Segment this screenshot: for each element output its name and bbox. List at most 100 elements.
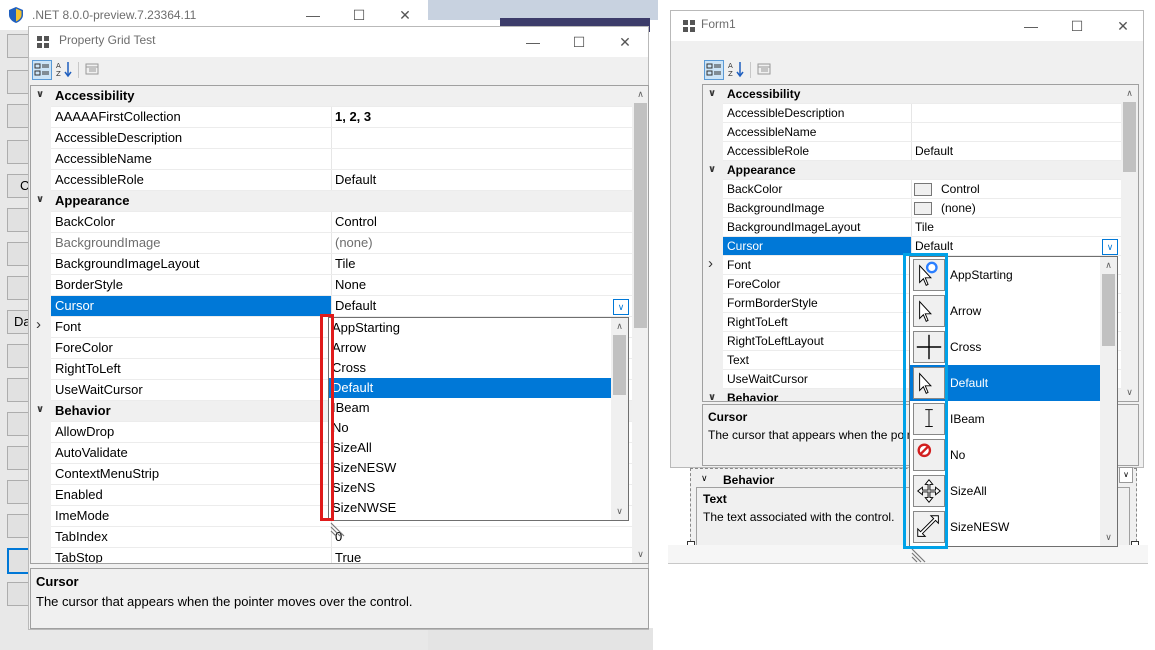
row-indent — [703, 313, 723, 332]
property-name: Cursor — [727, 239, 764, 253]
scroll-thumb[interactable] — [613, 335, 626, 395]
property-value[interactable]: 1, 2, 3 — [335, 109, 371, 124]
property-name: BackColor — [727, 182, 783, 196]
description-title: Cursor — [36, 574, 79, 589]
row-indent — [703, 199, 723, 218]
property-value[interactable]: Tile — [335, 256, 355, 271]
category-row[interactable]: ∨ Accessibility — [31, 86, 648, 107]
dropdown-button[interactable]: ∨ — [1102, 239, 1118, 255]
scroll-thumb[interactable] — [1123, 102, 1136, 172]
property-name: BackgroundImage — [55, 235, 161, 250]
scroll-up-icon[interactable]: ∧ — [611, 318, 628, 335]
vertical-scrollbar[interactable]: ∧ ∨ — [632, 86, 648, 563]
scroll-up-icon[interactable]: ∧ — [632, 86, 648, 103]
property-value[interactable]: Default — [915, 239, 953, 253]
maximize-button[interactable]: ☐ — [556, 27, 602, 57]
close-button[interactable]: ✕ — [602, 27, 648, 57]
dropdown-item[interactable]: SizeNESW — [329, 458, 611, 478]
property-row[interactable]: BackgroundImageLayout Tile — [703, 218, 1138, 237]
scroll-down-icon[interactable]: ∨ — [632, 546, 648, 563]
resize-grip-icon[interactable] — [911, 547, 927, 563]
property-row[interactable]: AAAAAFirstCollection 1, 2, 3 — [31, 107, 648, 128]
minimize-button[interactable]: — — [1008, 11, 1054, 41]
category-row[interactable]: ∨ Accessibility — [703, 85, 1138, 104]
property-name: BackgroundImageLayout — [727, 220, 861, 234]
dropdown-item[interactable]: No — [329, 418, 611, 438]
chevron-down-icon[interactable]: ∨ — [36, 194, 46, 205]
column-separator — [331, 149, 332, 170]
dropdown-item[interactable]: SizeAll — [329, 438, 611, 458]
property-row[interactable]: TabStop True — [31, 548, 648, 563]
categorized-button[interactable] — [704, 60, 724, 80]
property-value[interactable]: Tile — [915, 220, 934, 234]
scroll-up-icon[interactable]: ∧ — [1121, 85, 1138, 102]
categorized-button[interactable] — [32, 60, 52, 80]
chevron-down-icon[interactable]: ∨ — [36, 89, 46, 100]
scroll-down-icon[interactable]: ∨ — [611, 503, 628, 520]
property-value[interactable]: None — [335, 277, 366, 292]
property-row[interactable]: AccessibleDescription — [703, 104, 1138, 123]
cursor-dropdown-list[interactable]: AppStarting Arrow Cross Default IBeam No SizeA… — [328, 317, 629, 521]
property-row[interactable]: BackgroundImage (none) — [31, 233, 648, 254]
property-pages-button[interactable] — [83, 60, 103, 80]
property-row[interactable]: AccessibleName — [31, 149, 648, 170]
property-row[interactable]: AccessibleDescription — [31, 128, 648, 149]
vertical-scrollbar[interactable]: ∧ ∨ — [1121, 85, 1138, 401]
property-row[interactable]: AccessibleName — [703, 123, 1138, 142]
property-row[interactable]: BackColor Control — [703, 180, 1138, 199]
property-row[interactable]: BackColor Control — [31, 212, 648, 233]
designer-description-text: The text associated with the control. — [703, 510, 895, 524]
scroll-thumb[interactable] — [1102, 274, 1115, 346]
property-name: Font — [55, 319, 82, 334]
close-button[interactable]: ✕ — [1100, 11, 1146, 41]
alphabetical-button[interactable]: AZ — [55, 60, 75, 80]
property-value[interactable]: Default — [335, 172, 376, 187]
property-value[interactable]: (none) — [335, 235, 373, 250]
chevron-down-icon[interactable]: ∨ — [36, 404, 46, 415]
property-value[interactable]: Control — [335, 214, 377, 229]
dropdown-button[interactable]: ∨ — [613, 299, 629, 315]
chevron-right-icon[interactable]: › — [708, 255, 718, 272]
dropdown-item-label: SizeAll — [950, 484, 987, 498]
property-value[interactable]: Default — [915, 144, 953, 158]
category-row[interactable]: ∨ Appearance — [703, 161, 1138, 180]
property-row[interactable]: BorderStyle None — [31, 275, 648, 296]
scroll-down-icon[interactable]: ∨ — [1100, 529, 1117, 546]
property-row[interactable]: BackgroundImageLayout Tile — [31, 254, 648, 275]
dropdown-scrollbar[interactable]: ∧ ∨ — [1100, 257, 1117, 546]
color-swatch — [914, 202, 932, 215]
maximize-button[interactable]: ☐ — [1054, 11, 1100, 41]
property-row[interactable]: BackgroundImage (none) — [703, 199, 1138, 218]
property-value[interactable]: True — [335, 550, 361, 563]
alphabetical-button[interactable]: AZ — [727, 60, 747, 80]
chevron-down-icon[interactable]: ∨ — [708, 392, 718, 401]
dropdown-item[interactable]: AppStarting — [329, 318, 611, 338]
dropdown-item[interactable]: SizeNS — [329, 478, 611, 498]
dropdown-item[interactable]: SizeNWSE — [329, 498, 611, 518]
chevron-down-icon[interactable]: ∨ — [708, 164, 718, 175]
property-pages-button[interactable] — [755, 60, 775, 80]
dropdown-scrollbar[interactable]: ∧ ∨ — [611, 318, 628, 520]
property-value[interactable]: Control — [941, 182, 980, 196]
resize-grip-icon[interactable] — [330, 521, 346, 537]
property-value[interactable]: Default — [335, 298, 376, 313]
window-title: Property Grid Test — [59, 33, 156, 47]
property-row[interactable]: AccessibleRole Default — [31, 170, 648, 191]
category-row[interactable]: ∨ Appearance — [31, 191, 648, 212]
chevron-down-icon[interactable]: ∨ — [708, 88, 718, 99]
scroll-up-icon[interactable]: ∧ — [1100, 257, 1117, 274]
app-icon — [37, 36, 49, 48]
chevron-right-icon[interactable]: › — [36, 316, 46, 333]
scroll-thumb[interactable] — [634, 103, 647, 328]
dropdown-item[interactable]: Default — [329, 378, 611, 398]
scroll-down-button[interactable]: ∨ — [1119, 467, 1133, 483]
property-value[interactable]: (none) — [941, 201, 976, 215]
dropdown-item[interactable]: Arrow — [329, 338, 611, 358]
property-row[interactable]: Cursor Default ∨ — [31, 296, 648, 317]
dropdown-item[interactable]: IBeam — [329, 398, 611, 418]
minimize-button[interactable]: — — [510, 27, 556, 57]
property-row[interactable]: AccessibleRole Default — [703, 142, 1138, 161]
row-indent — [703, 294, 723, 313]
scroll-down-icon[interactable]: ∨ — [1121, 384, 1138, 401]
dropdown-item[interactable]: Cross — [329, 358, 611, 378]
